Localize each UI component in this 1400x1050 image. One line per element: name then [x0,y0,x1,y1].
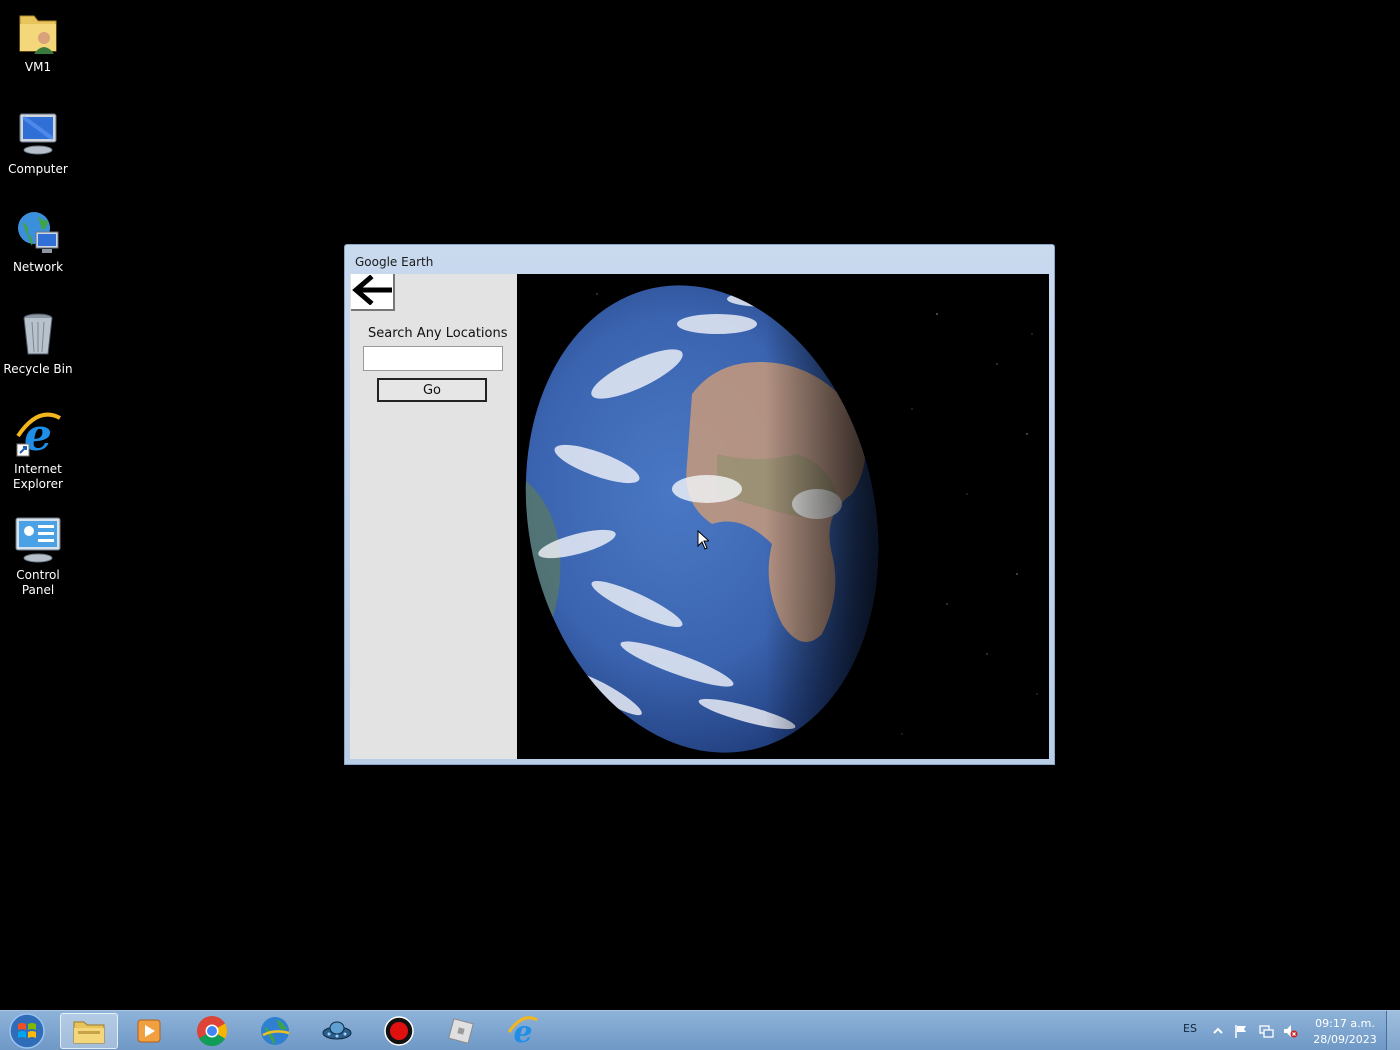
start-button[interactable] [4,1013,50,1049]
earth-globe-image [517,274,1038,759]
title-bar[interactable]: Google Earth [345,245,1054,274]
desktop-icon-internet-explorer[interactable]: e Internet Explorer [0,410,76,492]
computer-icon [19,113,57,155]
chrome-icon [197,1016,228,1047]
control-panel-icon [15,517,61,563]
user-folder-icon [19,15,57,54]
record-icon [384,1016,414,1046]
system-clock[interactable]: 09:17 a.m. 28/09/2023 [1308,1016,1382,1048]
desktop-icon-label: Recycle Bin [3,362,73,376]
desktop-icon-control-panel[interactable]: Control Panel [0,516,76,598]
recycle-bin-icon [23,313,53,355]
search-label: Search Any Locations [368,326,508,341]
file-explorer-icon [73,1021,105,1044]
show-hidden-icons-icon[interactable] [1210,1023,1226,1039]
desktop-icon-recycle-bin[interactable]: Recycle Bin [0,310,76,377]
windows-logo-icon [9,1013,45,1049]
taskbar-recorder[interactable] [370,1013,428,1049]
show-desktop-button[interactable] [1386,1011,1400,1050]
internet-explorer-icon: e [16,410,61,458]
go-button[interactable]: Go [377,378,487,402]
spaceship-icon [322,1021,352,1040]
clock-time: 09:17 a.m. [1315,1017,1375,1030]
taskbar-file-explorer[interactable] [60,1013,118,1049]
media-player-icon [137,1019,161,1043]
desktop-icon-label: VM1 [24,60,52,74]
taskbar-chrome[interactable] [183,1013,241,1049]
action-center-flag-icon[interactable] [1233,1023,1249,1039]
taskbar-media-player[interactable] [120,1013,178,1049]
taskbar-spaceship[interactable] [308,1013,366,1049]
roblox-icon [448,1018,474,1044]
desktop-icon-network[interactable]: Network [0,208,76,275]
network-tray-icon[interactable] [1258,1023,1274,1039]
internet-explorer-icon: e [507,1015,538,1047]
desktop-icon-label: Internet Explorer [13,462,63,491]
volume-muted-icon[interactable] [1282,1023,1298,1039]
desktop-icon-label: Computer [8,162,68,176]
back-arrow-icon [352,274,393,306]
search-input[interactable] [363,346,503,371]
mouse-cursor-icon [697,530,709,550]
back-button[interactable] [351,274,395,311]
taskbar-roblox[interactable] [432,1013,490,1049]
window-title: Google Earth [355,255,434,269]
taskbar-globe-download[interactable] [246,1013,304,1049]
window-client-area: Search Any Locations Go [350,274,1049,759]
language-indicator[interactable]: ES [1183,1022,1197,1035]
taskbar: e ES 09:17 a.m. 28/09/2023 [0,1010,1400,1050]
google-earth-window: Google Earth Search Any Locations Go [344,244,1055,765]
taskbar-internet-explorer[interactable]: e [494,1013,552,1049]
earth-view[interactable] [517,274,1049,759]
clock-date: 28/09/2023 [1313,1033,1377,1046]
desktop-icon-computer[interactable]: Computer [0,110,76,177]
network-globe-icon [18,212,59,253]
desktop-icon-label: Control Panel [16,568,60,597]
desktop-icon-label: Network [12,260,64,274]
desktop-icon-vm1[interactable]: VM1 [0,8,76,75]
globe-download-icon [261,1017,290,1045]
